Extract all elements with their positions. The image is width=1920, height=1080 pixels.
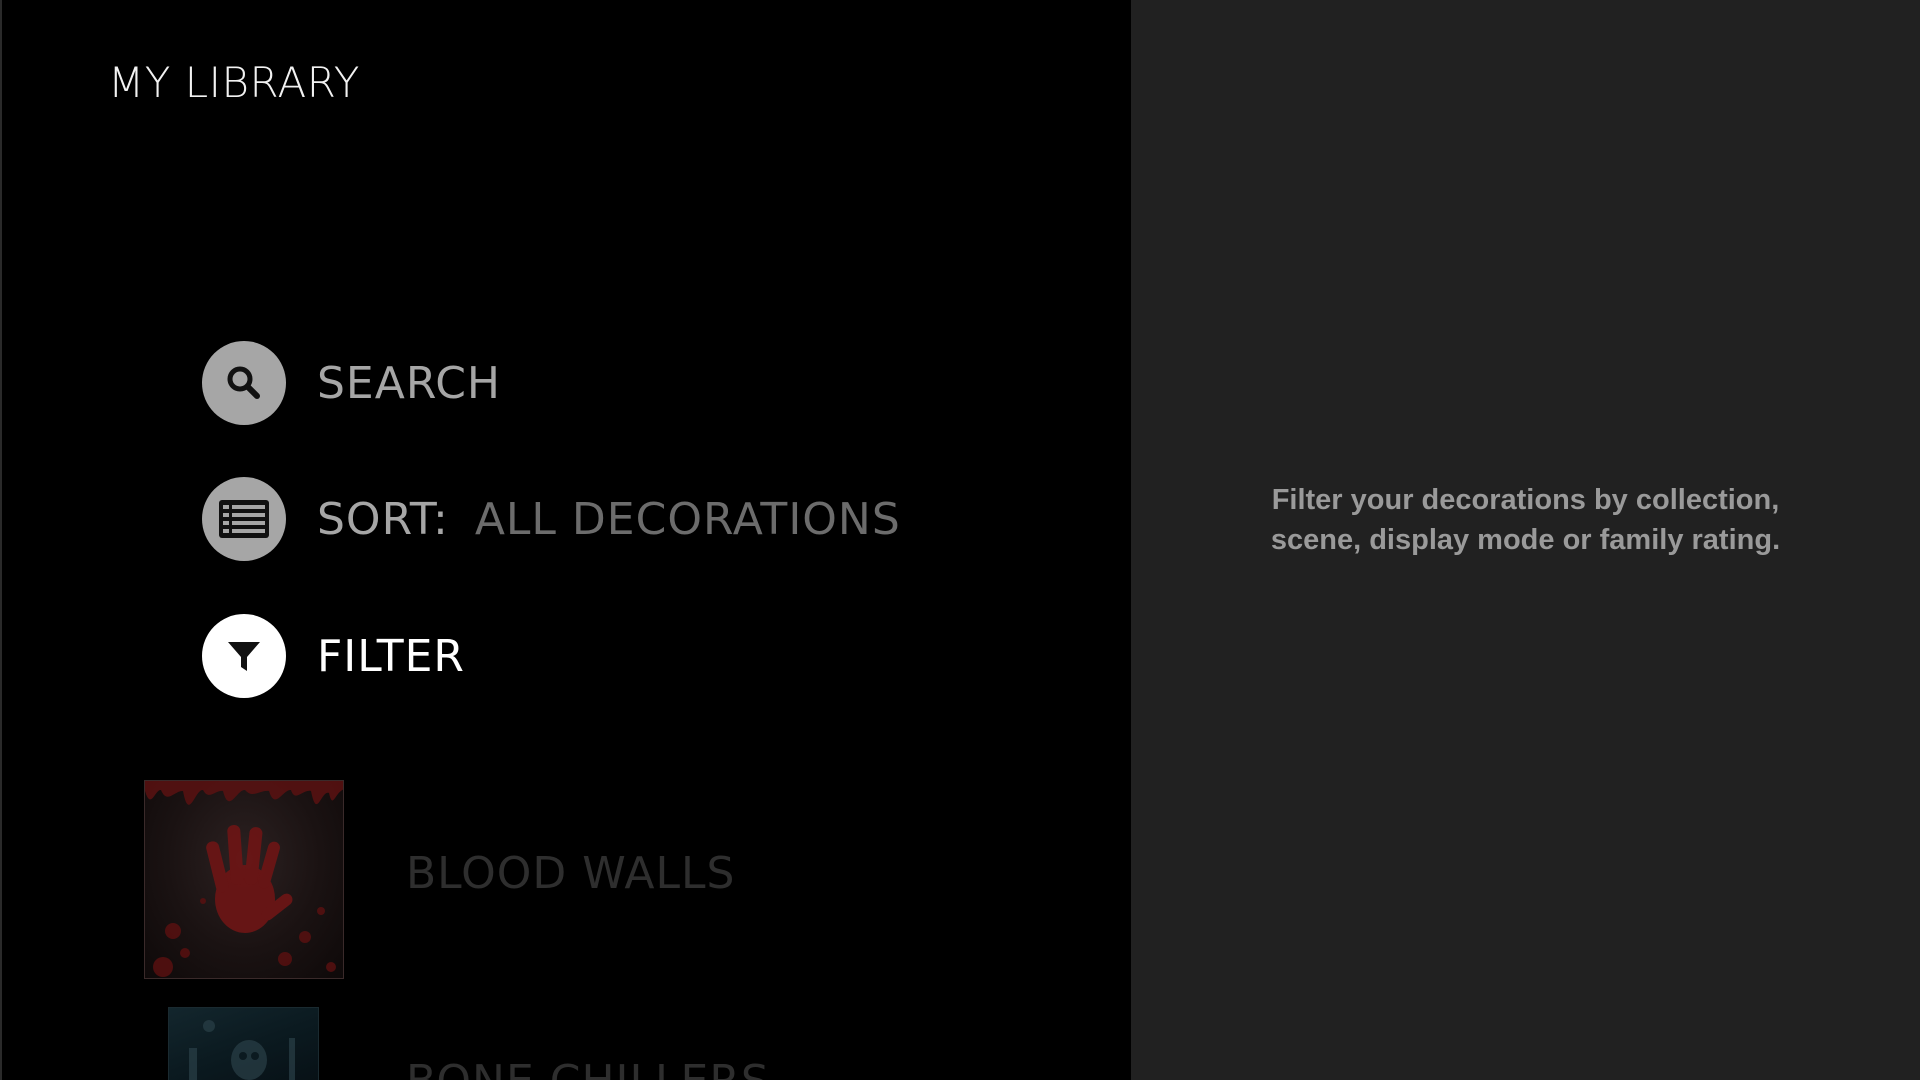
list-icon: [202, 477, 286, 561]
filter-button[interactable]: FILTER: [202, 614, 465, 698]
filter-label: FILTER: [317, 630, 465, 682]
search-button[interactable]: SEARCH: [202, 341, 501, 425]
hint-line-1: Filter your decorations by collection,: [1271, 484, 1780, 516]
sort-label: SORT:: [317, 493, 449, 545]
bone-chillers-thumbnail[interactable]: [168, 1007, 319, 1080]
hint-line-2: scene, display mode or family rating.: [1270, 524, 1781, 556]
bone-chillers-title[interactable]: BONE CHILLERS: [406, 1056, 770, 1080]
library-menu-panel: MY LIBRARY SEARCH SORT: ALL DECORATIONS …: [0, 0, 1131, 1080]
search-label: SEARCH: [317, 357, 502, 409]
page-title: MY LIBRARY: [108, 58, 360, 107]
blood-walls-thumbnail[interactable]: [144, 780, 344, 979]
filter-icon: [202, 614, 286, 698]
blood-walls-title[interactable]: BLOOD WALLS: [406, 848, 735, 899]
sort-button[interactable]: SORT: ALL DECORATIONS: [202, 477, 901, 561]
search-icon: [202, 341, 286, 425]
sort-value: ALL DECORATIONS: [474, 493, 901, 545]
filter-hint-text: Filter your decorations by collection, s…: [1131, 480, 1920, 560]
library-screen: MY LIBRARY SEARCH SORT: ALL DECORATIONS …: [0, 0, 1920, 1080]
